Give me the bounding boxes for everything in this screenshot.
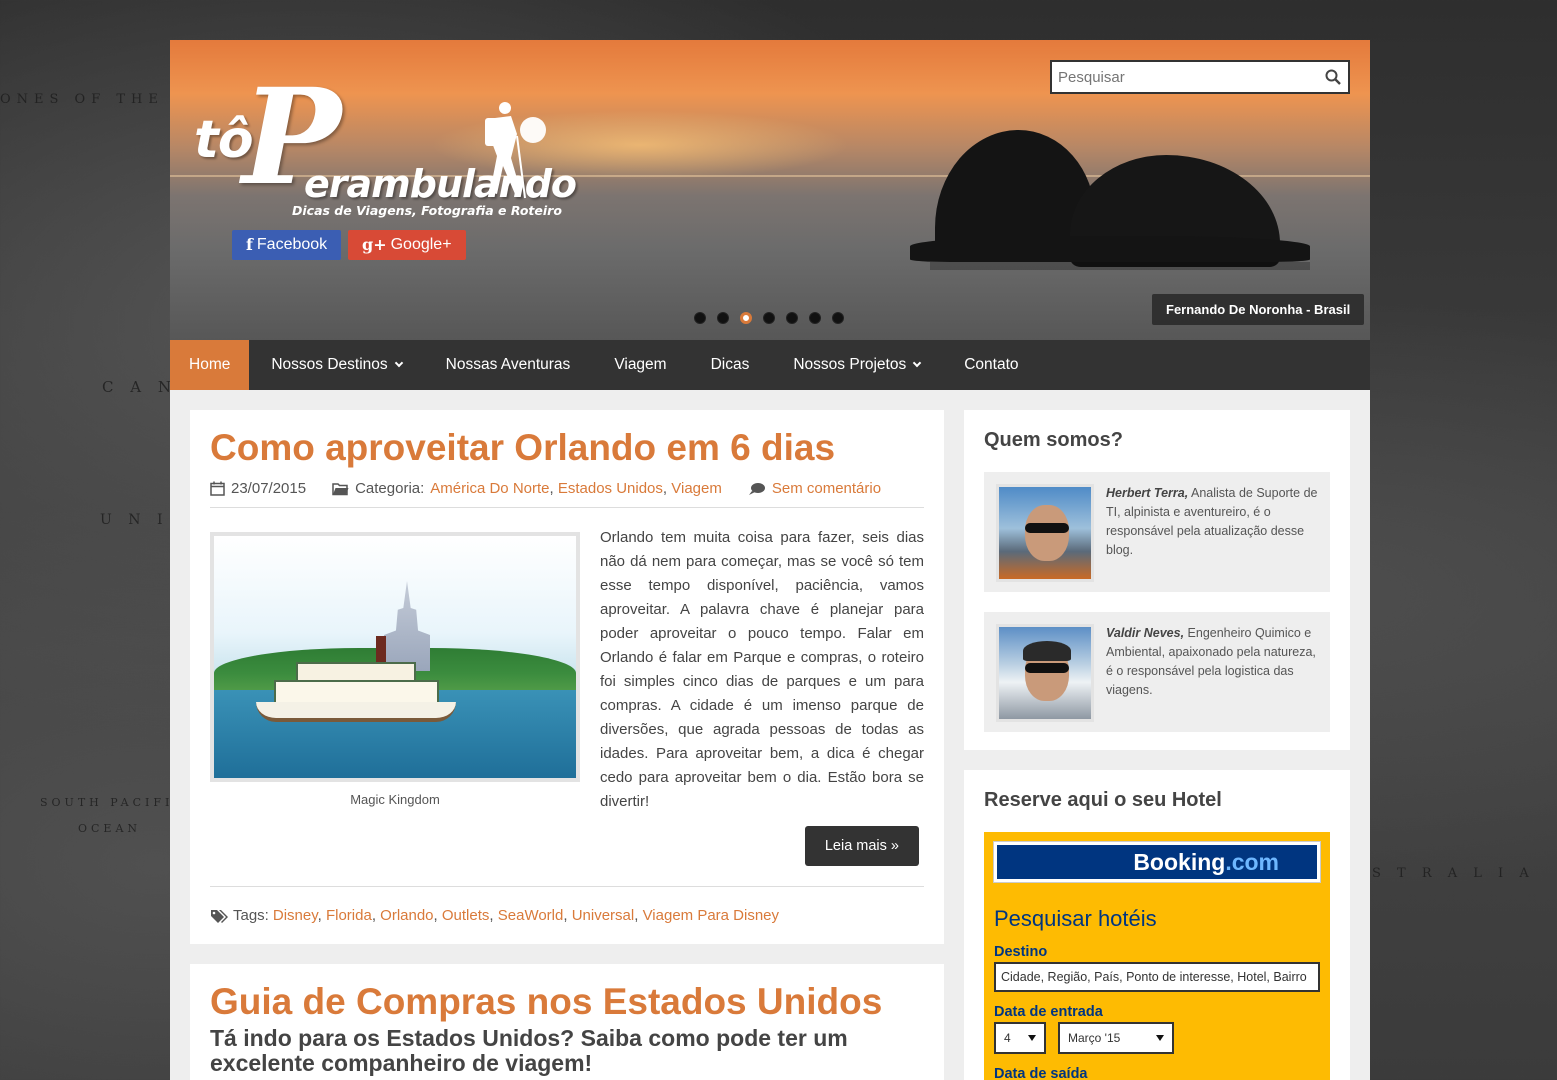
author-bio: Herbert Terra, Analista de Suporte de TI… [1106,486,1318,557]
slider-dot-active[interactable] [740,312,752,324]
slider-dot[interactable] [809,312,821,324]
slider-dot[interactable] [717,312,729,324]
calendar-icon [210,481,225,496]
checkout-label: Data de saída [994,1066,1088,1080]
map-label: C A N [102,378,177,396]
google-plus-button[interactable]: g+ Google+ [348,230,466,260]
nav-home[interactable]: Home [170,340,250,390]
booking-logo[interactable]: Booking .com [994,842,1320,882]
tag-link[interactable]: Orlando [380,907,433,924]
dropdown-arrow-icon [1156,1035,1164,1041]
widget-title: Quem somos? [984,429,1123,451]
author-name: Herbert Terra, [1106,486,1189,500]
map-label: SOUTH PACIFIC [40,796,186,809]
chevron-down-icon [394,358,403,368]
slide-caption: Fernando De Noronha - Brasil [1152,294,1365,325]
comments-link[interactable]: Sem comentário [772,480,881,497]
checkin-day-select[interactable]: 4 [994,1022,1046,1054]
search-box [1050,60,1350,94]
post-figure: Magic Kingdom [210,532,580,814]
read-more-button[interactable]: Leia mais » [804,826,919,866]
facebook-button[interactable]: f Facebook [232,230,342,260]
nav-nossos-projetos[interactable]: Nossos Projetos [771,340,942,390]
comments-icon [748,482,765,495]
tag-link[interactable]: Universal [572,907,635,924]
google-plus-icon: g+ [362,235,387,254]
hiker-icon [485,102,546,199]
slider-dot[interactable] [694,312,706,324]
post-meta: 23/07/2015 Categoria: América Do Norte, … [210,480,924,508]
post-excerpt: Orlando tem muita coisa para fazer, seis… [600,529,924,810]
dropdown-arrow-icon [1028,1035,1036,1041]
site-logo[interactable]: tô P erambulando Dicas de Viagens, Fotog… [192,70,577,230]
slider-dot[interactable] [763,312,775,324]
google-plus-label: Google+ [390,236,452,253]
header-banner: tô P erambulando Dicas de Viagens, Fotog… [170,40,1370,340]
post-card: Como aproveitar Orlando em 6 dias 23/07/… [190,410,944,944]
tag-link[interactable]: Florida [326,907,372,924]
nav-nossos-destinos[interactable]: Nossos Destinos [249,340,423,390]
facebook-icon: f [246,235,253,254]
widget-title: Reserve aqui o seu Hotel [984,789,1222,811]
slider-dots [694,312,844,324]
tags-icon [211,909,228,923]
category-link[interactable]: Viagem [671,480,722,497]
category-link[interactable]: Estados Unidos [558,480,663,497]
category-link[interactable]: América Do Norte [430,480,549,497]
author-bio: Valdir Neves, Engenheiro Quimico e Ambie… [1106,626,1316,697]
category-label: Categoria: [355,480,425,497]
main-nav: Home Nossos Destinos Nossas Aventuras Vi… [170,340,1370,390]
content-area: Como aproveitar Orlando em 6 dias 23/07/… [170,390,1370,1080]
destination-label: Destino [994,944,1048,960]
search-input[interactable] [1052,62,1318,92]
hotel-widget: Reserve aqui o seu Hotel Booking .com Pes… [964,770,1350,1080]
post-title[interactable]: Guia de Compras nos Estados Unidos [210,964,924,1020]
nav-nossas-aventuras[interactable]: Nossas Aventuras [424,340,593,390]
post-subtitle: Tá indo para os Estados Unidos? Saiba co… [210,1025,848,1076]
tags-label: Tags: [233,907,269,924]
chevron-down-icon [912,358,922,368]
avatar [996,484,1094,582]
folder-icon [332,482,349,495]
search-icon[interactable] [1318,69,1348,85]
ferry-boat-shape [256,636,456,724]
tag-link[interactable]: Viagem Para Disney [643,907,779,924]
slider-dot[interactable] [786,312,798,324]
checkin-month-select[interactable]: Março '15 [1058,1022,1174,1054]
map-label: OCEAN [78,822,142,835]
booking-search-form: Booking .com Pesquisar hotéis Destino Cid… [984,832,1330,1080]
image-caption: Magic Kingdom [350,792,440,807]
tag-link[interactable]: SeaWorld [498,907,564,924]
post-image[interactable] [210,532,580,782]
checkin-label: Data de entrada [994,1004,1103,1020]
map-label: S T R A L I A [1372,866,1535,881]
post-card: Guia de Compras nos Estados Unidos Tá in… [190,964,944,1080]
post-tags: Tags: Disney, Florida, Orlando, Outlets,… [210,886,924,924]
destination-input[interactable]: Cidade, Região, País, Ponto de interesse… [994,962,1320,992]
facebook-label: Facebook [256,236,328,253]
tag-link[interactable]: Disney [273,907,318,924]
author-name: Valdir Neves, [1106,626,1185,640]
avatar [996,624,1094,722]
about-widget: Quem somos? Herbert Terra, Analista de S… [964,410,1350,750]
post-title[interactable]: Como aproveitar Orlando em 6 dias [210,410,924,466]
nav-dicas[interactable]: Dicas [689,340,772,390]
post-date: 23/07/2015 [231,480,307,497]
nav-viagem[interactable]: Viagem [592,340,688,390]
page-container: tô P erambulando Dicas de Viagens, Fotog… [170,40,1370,1080]
nav-contato[interactable]: Contato [942,340,1040,390]
author-card: Valdir Neves, Engenheiro Quimico e Ambie… [984,612,1330,732]
author-card: Herbert Terra, Analista de Suporte de TI… [984,472,1330,592]
booking-heading: Pesquisar hotéis [994,906,1157,931]
tag-link[interactable]: Outlets [442,907,490,924]
slider-dot[interactable] [832,312,844,324]
